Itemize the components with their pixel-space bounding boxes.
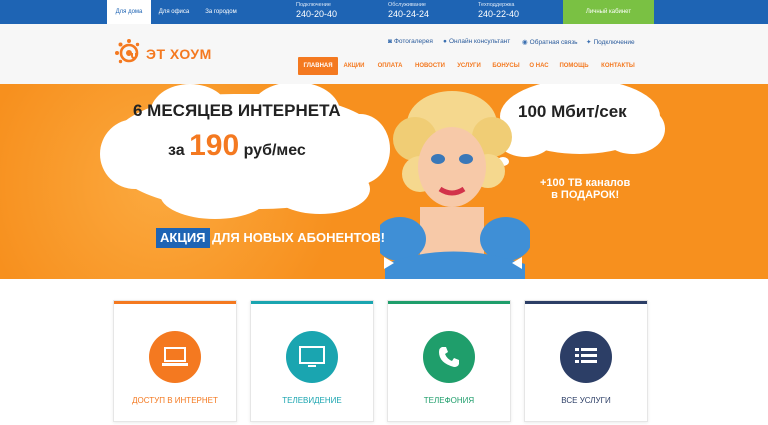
price-suffix: руб/мес — [243, 142, 306, 159]
cloud-puff — [160, 169, 270, 219]
camera-icon: ◙ — [388, 38, 392, 45]
service-card-phone[interactable]: ТЕЛЕФОНИЯ — [387, 300, 511, 422]
logo-sun-icon — [115, 39, 140, 64]
tv-offer-line: +100 ТВ каналов — [540, 177, 631, 189]
nav-main[interactable]: ГЛАВНАЯ — [298, 57, 338, 75]
promo-badge-text: ДЛЯ НОВЫХ АБОНЕНТОВ! — [212, 230, 385, 245]
banner-tv-offer: +100 ТВ каналов в ПОДАРОК! — [540, 177, 630, 201]
util-link-label: Обратная связь — [529, 39, 578, 46]
tab-countryside[interactable]: За городом — [197, 0, 245, 24]
promo-badge: АКЦИЯ — [156, 228, 210, 248]
phone-number: 240-20-40 — [296, 9, 338, 19]
site-header: ЭТ ХОУМ ◙ Фотогалерея ● Онлайн консультант… — [0, 24, 768, 85]
nav-contacts[interactable]: КОНТАКТЫ — [598, 57, 638, 75]
service-card-tv[interactable]: ТЕЛЕВИДЕНИЕ — [250, 300, 374, 422]
logo-text: ЭТ ХОУМ — [146, 46, 212, 62]
nav-payment[interactable]: ОПЛАТА — [374, 57, 406, 75]
phone-label: Техподдержка — [478, 2, 515, 8]
util-link-label: Онлайн консультант — [448, 38, 511, 45]
cloud-bubble — [195, 196, 209, 206]
cloud-bubble — [200, 211, 209, 218]
tab-home[interactable]: Для дома — [107, 0, 151, 24]
phone-number: 240-24-24 — [388, 9, 430, 19]
banner-price: за 190 руб/мес — [168, 129, 306, 165]
util-link-label: Фотогалерея — [393, 38, 433, 45]
util-link-online-consultant[interactable]: ● Онлайн консультант — [443, 38, 510, 45]
banner-headline: 6 МЕСЯЦЕВ ИНТЕРНЕТА — [133, 101, 341, 120]
nav-promos[interactable]: АКЦИИ — [341, 57, 367, 75]
card-accent-bar — [525, 301, 647, 304]
tab-office[interactable]: Для офиса — [153, 0, 195, 24]
card-accent-bar — [114, 301, 236, 304]
price-prefix: за — [168, 142, 185, 159]
phone-number: 240-22-40 — [478, 9, 520, 19]
top-bar: Для дома Для офиса За городом Подключени… — [0, 0, 768, 24]
nav-about[interactable]: О НАС — [527, 57, 551, 75]
service-card-label: ВСЕ УСЛУГИ — [561, 396, 611, 405]
phone-label: Обслуживание — [388, 2, 426, 8]
phone-service[interactable]: Обслуживание 240-24-24 — [388, 2, 429, 20]
list-icon — [560, 331, 612, 383]
laptop-icon — [149, 331, 201, 383]
phone-connection[interactable]: Подключение 240-20-40 — [296, 2, 337, 20]
util-link-label: Подключение — [593, 39, 635, 46]
util-link-gallery[interactable]: ◙ Фотогалерея — [388, 38, 433, 45]
promo-banner[interactable]: 6 МЕСЯЦЕВ ИНТЕРНЕТА за 190 руб/мес 100 М… — [0, 84, 768, 279]
personal-cabinet-button[interactable]: Личный кабинет — [563, 0, 654, 24]
phone-support[interactable]: Техподдержка 240-22-40 — [478, 2, 519, 20]
service-card-label: ТЕЛЕФОНИЯ — [423, 396, 475, 405]
util-link-feedback[interactable]: ◉ Обратная связь — [522, 38, 578, 46]
tv-icon — [286, 331, 338, 383]
service-card-internet[interactable]: ДОСТУП В ИНТЕРНЕТ — [113, 300, 237, 422]
phone-icon — [423, 331, 475, 383]
phone-label: Подключение — [296, 2, 331, 8]
price-value: 190 — [189, 129, 240, 162]
tv-offer-line: в ПОДАРОК! — [551, 189, 620, 201]
nav-services[interactable]: УСЛУГИ — [454, 57, 484, 75]
nav-bonuses[interactable]: БОНУСЫ — [490, 57, 522, 75]
service-card-label: ТЕЛЕВИДЕНИЕ — [282, 396, 342, 405]
chat-icon: ◉ — [522, 39, 528, 46]
logo[interactable]: ЭТ ХОУМ — [114, 38, 211, 68]
cloud-puff — [270, 164, 370, 214]
service-card-all[interactable]: ВСЕ УСЛУГИ — [524, 300, 648, 422]
user-icon: ● — [443, 38, 447, 45]
woman-illustration — [380, 91, 530, 279]
util-link-connect[interactable]: ✦ Подключение — [586, 38, 635, 46]
banner-speed: 100 Мбит/сек — [518, 102, 627, 121]
nav-help[interactable]: ПОМОЩЬ — [557, 57, 591, 75]
service-card-label: ДОСТУП В ИНТЕРНЕТ — [132, 396, 218, 405]
card-accent-bar — [251, 301, 373, 304]
plug-icon: ✦ — [586, 39, 592, 46]
nav-news[interactable]: НОВОСТИ — [412, 57, 448, 75]
card-accent-bar — [388, 301, 510, 304]
